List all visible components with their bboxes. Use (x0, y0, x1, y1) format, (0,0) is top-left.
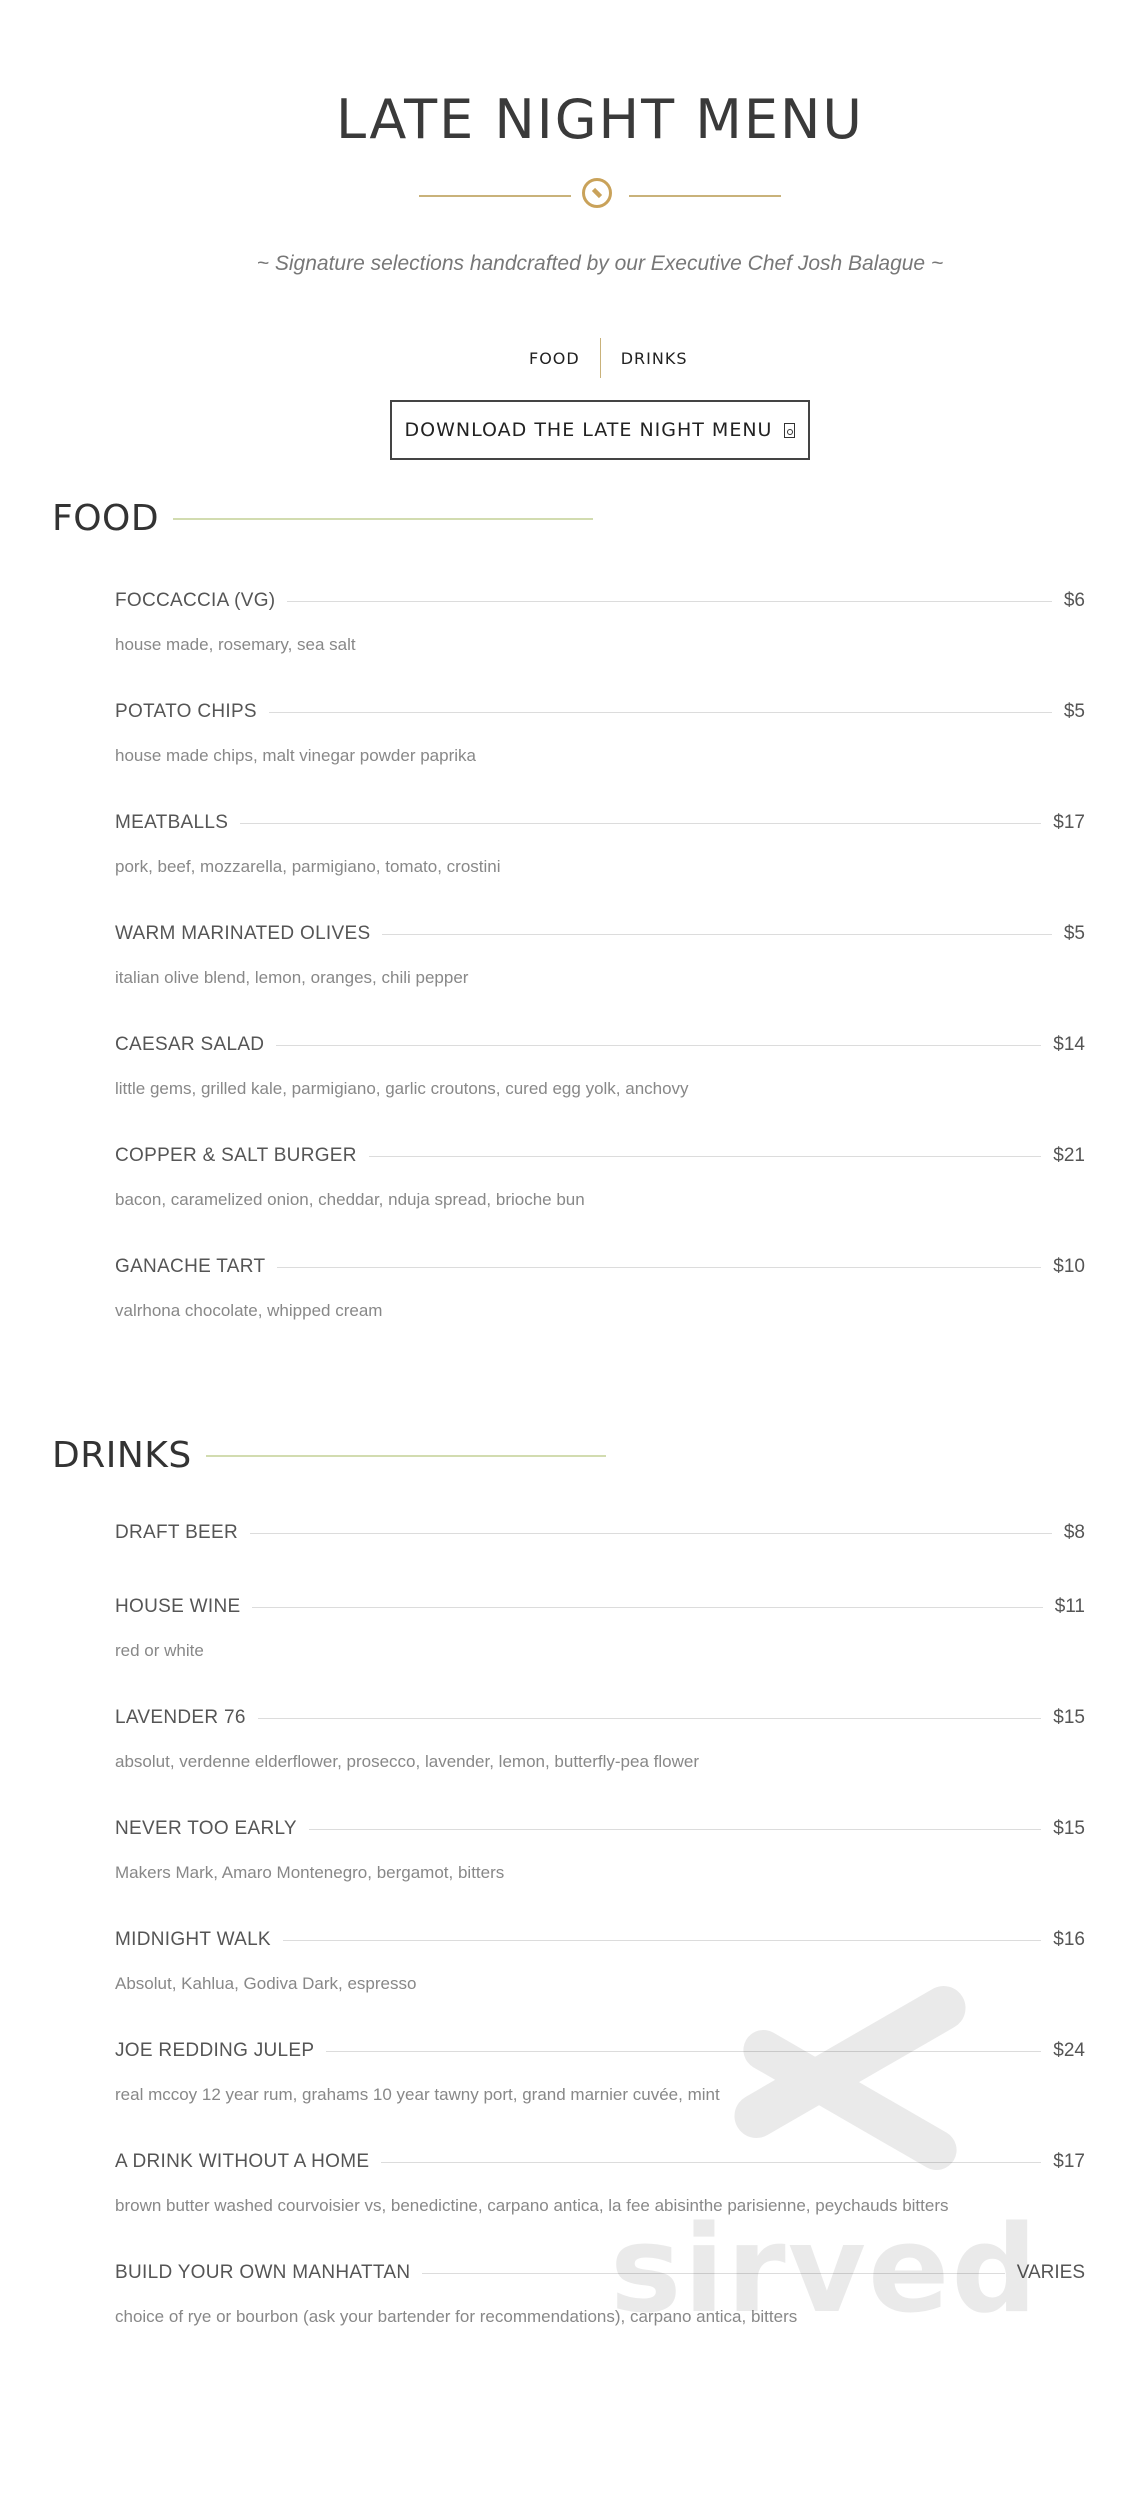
item-price: $5 (1063, 701, 1085, 722)
menu-item: BUILD YOUR OWN MANHATTAN VARIES choice o… (115, 2258, 1085, 2327)
item-name: GANACHE TART (115, 1256, 266, 1277)
item-description: italian olive blend, lemon, oranges, chi… (115, 968, 469, 987)
menu-item: MEATBALLS $17 pork, beef, mozzarella, pa… (115, 808, 1085, 877)
item-price: $10 (1053, 1256, 1085, 1277)
item-description: Absolut, Kahlua, Godiva Dark, espresso (115, 1974, 417, 1993)
item-price: $21 (1053, 1145, 1085, 1166)
item-price: $16 (1053, 1929, 1085, 1950)
section-drinks-rule (205, 1454, 606, 1457)
menu-item: CAESAR SALAD $14 little gems, grilled ka… (115, 1030, 1085, 1099)
section-food-title: FOOD (52, 498, 160, 539)
item-price: VARIES (1016, 2262, 1085, 2283)
item-leader-line (326, 2050, 1042, 2052)
download-menu-label: DOWNLOAD THE LATE NIGHT MENU (404, 419, 773, 441)
menu-item: GANACHE TART $10 valrhona chocolate, whi… (115, 1252, 1085, 1321)
item-description: real mccoy 12 year rum, grahams 10 year … (115, 2085, 720, 2104)
menu-item: FOCCACCIA (VG) $6 house made, rosemary, … (115, 586, 1085, 655)
item-leader-line (368, 1155, 1042, 1157)
divider-ornament (419, 178, 781, 214)
item-name: LAVENDER 76 (115, 1707, 246, 1728)
item-leader-line (287, 600, 1052, 602)
item-name: A DRINK WITHOUT A HOME (115, 2151, 370, 2172)
item-price: $14 (1053, 1034, 1085, 1055)
item-leader-line (382, 933, 1052, 935)
item-price: $6 (1063, 590, 1085, 611)
item-price: $15 (1053, 1707, 1085, 1728)
item-description: little gems, grilled kale, parmigiano, g… (115, 1079, 689, 1098)
item-price: $24 (1053, 2040, 1085, 2061)
tab-drinks[interactable]: DRINKS (601, 349, 708, 368)
menu-tabs: FOOD DRINKS (509, 338, 708, 378)
item-name: CAESAR SALAD (115, 1034, 265, 1055)
item-description: house made chips, malt vinegar powder pa… (115, 746, 476, 765)
item-description: absolut, verdenne elderflower, prosecco,… (115, 1752, 699, 1771)
item-description: brown butter washed courvoisier vs, bene… (115, 2196, 949, 2215)
item-description: house made, rosemary, sea salt (115, 635, 356, 654)
menu-item: COPPER & SALT BURGER $21 bacon, carameli… (115, 1141, 1085, 1210)
menu-item: LAVENDER 76 $15 absolut, verdenne elderf… (115, 1703, 1085, 1772)
item-leader-line (240, 822, 1042, 824)
item-name: FOCCACCIA (VG) (115, 590, 276, 611)
item-name: NEVER TOO EARLY (115, 1818, 297, 1839)
item-name: MIDNIGHT WALK (115, 1929, 271, 1950)
menu-item: NEVER TOO EARLY $15 Makers Mark, Amaro M… (115, 1814, 1085, 1883)
item-leader-line (282, 1939, 1042, 1941)
item-leader-line (422, 2272, 1005, 2274)
tab-food[interactable]: FOOD (509, 349, 600, 368)
section-drinks-title: DRINKS (52, 1435, 192, 1476)
item-leader-line (277, 1266, 1042, 1268)
item-leader-line (276, 1044, 1042, 1046)
page-subtitle: ~ Signature selections handcrafted by ou… (256, 252, 944, 275)
item-description: red or white (115, 1641, 204, 1660)
pdf-icon (784, 422, 796, 438)
item-name: JOE REDDING JULEP (115, 2040, 315, 2061)
item-leader-line (308, 1828, 1042, 1830)
menu-item: POTATO CHIPS $5 house made chips, malt v… (115, 697, 1085, 766)
item-price: $17 (1053, 2151, 1085, 2172)
download-menu-button[interactable]: DOWNLOAD THE LATE NIGHT MENU (390, 400, 810, 460)
menu-item: MIDNIGHT WALK $16 Absolut, Kahlua, Godiv… (115, 1925, 1085, 1994)
section-food-rule (173, 517, 594, 520)
item-name: HOUSE WINE (115, 1596, 241, 1617)
item-name: MEATBALLS (115, 812, 229, 833)
item-description: valrhona chocolate, whipped cream (115, 1301, 383, 1320)
compass-icon (582, 178, 612, 208)
item-description: choice of rye or bourbon (ask your barte… (115, 2307, 798, 2326)
item-price: $8 (1063, 1522, 1085, 1543)
item-name: WARM MARINATED OLIVES (115, 923, 371, 944)
menu-item: JOE REDDING JULEP $24 real mccoy 12 year… (115, 2036, 1085, 2105)
item-leader-line (257, 1717, 1042, 1719)
item-name: COPPER & SALT BURGER (115, 1145, 357, 1166)
item-leader-line (252, 1606, 1043, 1608)
item-leader-line (381, 2161, 1042, 2163)
divider-line-left (419, 195, 571, 197)
menu-item: A DRINK WITHOUT A HOME $17 brown butter … (115, 2147, 1085, 2216)
item-description: bacon, caramelized onion, cheddar, nduja… (115, 1190, 585, 1209)
divider-line-right (629, 195, 781, 197)
item-price: $5 (1063, 923, 1085, 944)
section-drinks-header: DRINKS (52, 1435, 606, 1476)
item-price: $11 (1054, 1596, 1085, 1617)
item-name: BUILD YOUR OWN MANHATTAN (115, 2262, 411, 2283)
page-title: LATE NIGHT MENU (336, 88, 864, 151)
item-leader-line (268, 711, 1052, 713)
menu-item: WARM MARINATED OLIVES $5 italian olive b… (115, 919, 1085, 988)
item-description: pork, beef, mozzarella, parmigiano, toma… (115, 857, 501, 876)
item-leader-line (250, 1532, 1052, 1534)
item-name: DRAFT BEER (115, 1522, 239, 1543)
item-price: $17 (1053, 812, 1085, 833)
section-food-header: FOOD (52, 498, 594, 539)
item-price: $15 (1053, 1818, 1085, 1839)
menu-item: HOUSE WINE $11 red or white (115, 1592, 1085, 1661)
menu-item: DRAFT BEER $8 (115, 1518, 1085, 1548)
item-name: POTATO CHIPS (115, 701, 257, 722)
item-description: Makers Mark, Amaro Montenegro, bergamot,… (115, 1863, 505, 1882)
